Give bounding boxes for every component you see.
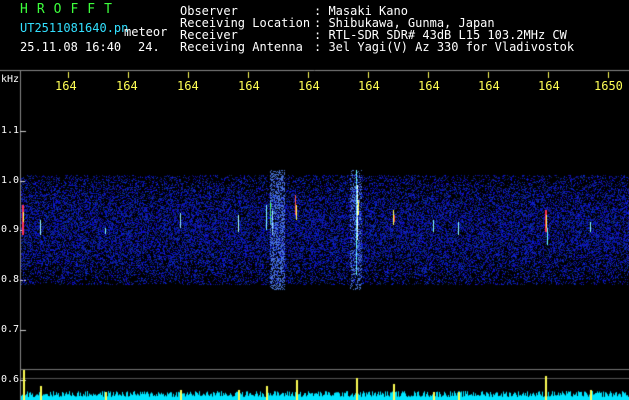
top-tick: 164 [478, 79, 500, 93]
antenna-label: Receiving Antenna [180, 40, 303, 54]
antenna-value: : 3el Yagi(V) Az 330 for Vladivostok [314, 40, 575, 54]
top-tick: 164 [358, 79, 380, 93]
top-tick: 164 [298, 79, 320, 93]
left-tick: 0.6 [1, 374, 20, 385]
axis-unit-label: kHz [1, 74, 20, 85]
top-tick: 164 [418, 79, 440, 93]
left-tick: 1.1 [1, 125, 20, 136]
spectrogram-canvas [0, 0, 629, 400]
left-tick: 0.8 [1, 274, 20, 285]
datetime-label: 25.11.08 16:40 [20, 40, 122, 54]
top-tick: 164 [177, 79, 199, 93]
filename-label: UT2511081640.pn [20, 21, 129, 35]
spectrogram-screen: HROFFT UT2511081640.pn meteor 25.11.08 1… [0, 0, 629, 400]
top-tick: 164 [538, 79, 560, 93]
left-tick: 1.0 [1, 175, 20, 186]
left-tick: 0.7 [1, 324, 20, 335]
top-tick: 164 [55, 79, 77, 93]
event-label: meteor [124, 25, 168, 39]
top-tick: 1650 [594, 79, 623, 93]
brand-title: HROFFT [20, 2, 121, 17]
counter-label: 24. [138, 40, 160, 54]
top-tick: 164 [116, 79, 138, 93]
left-tick: 0.9 [1, 224, 20, 235]
top-tick: 164 [238, 79, 260, 93]
